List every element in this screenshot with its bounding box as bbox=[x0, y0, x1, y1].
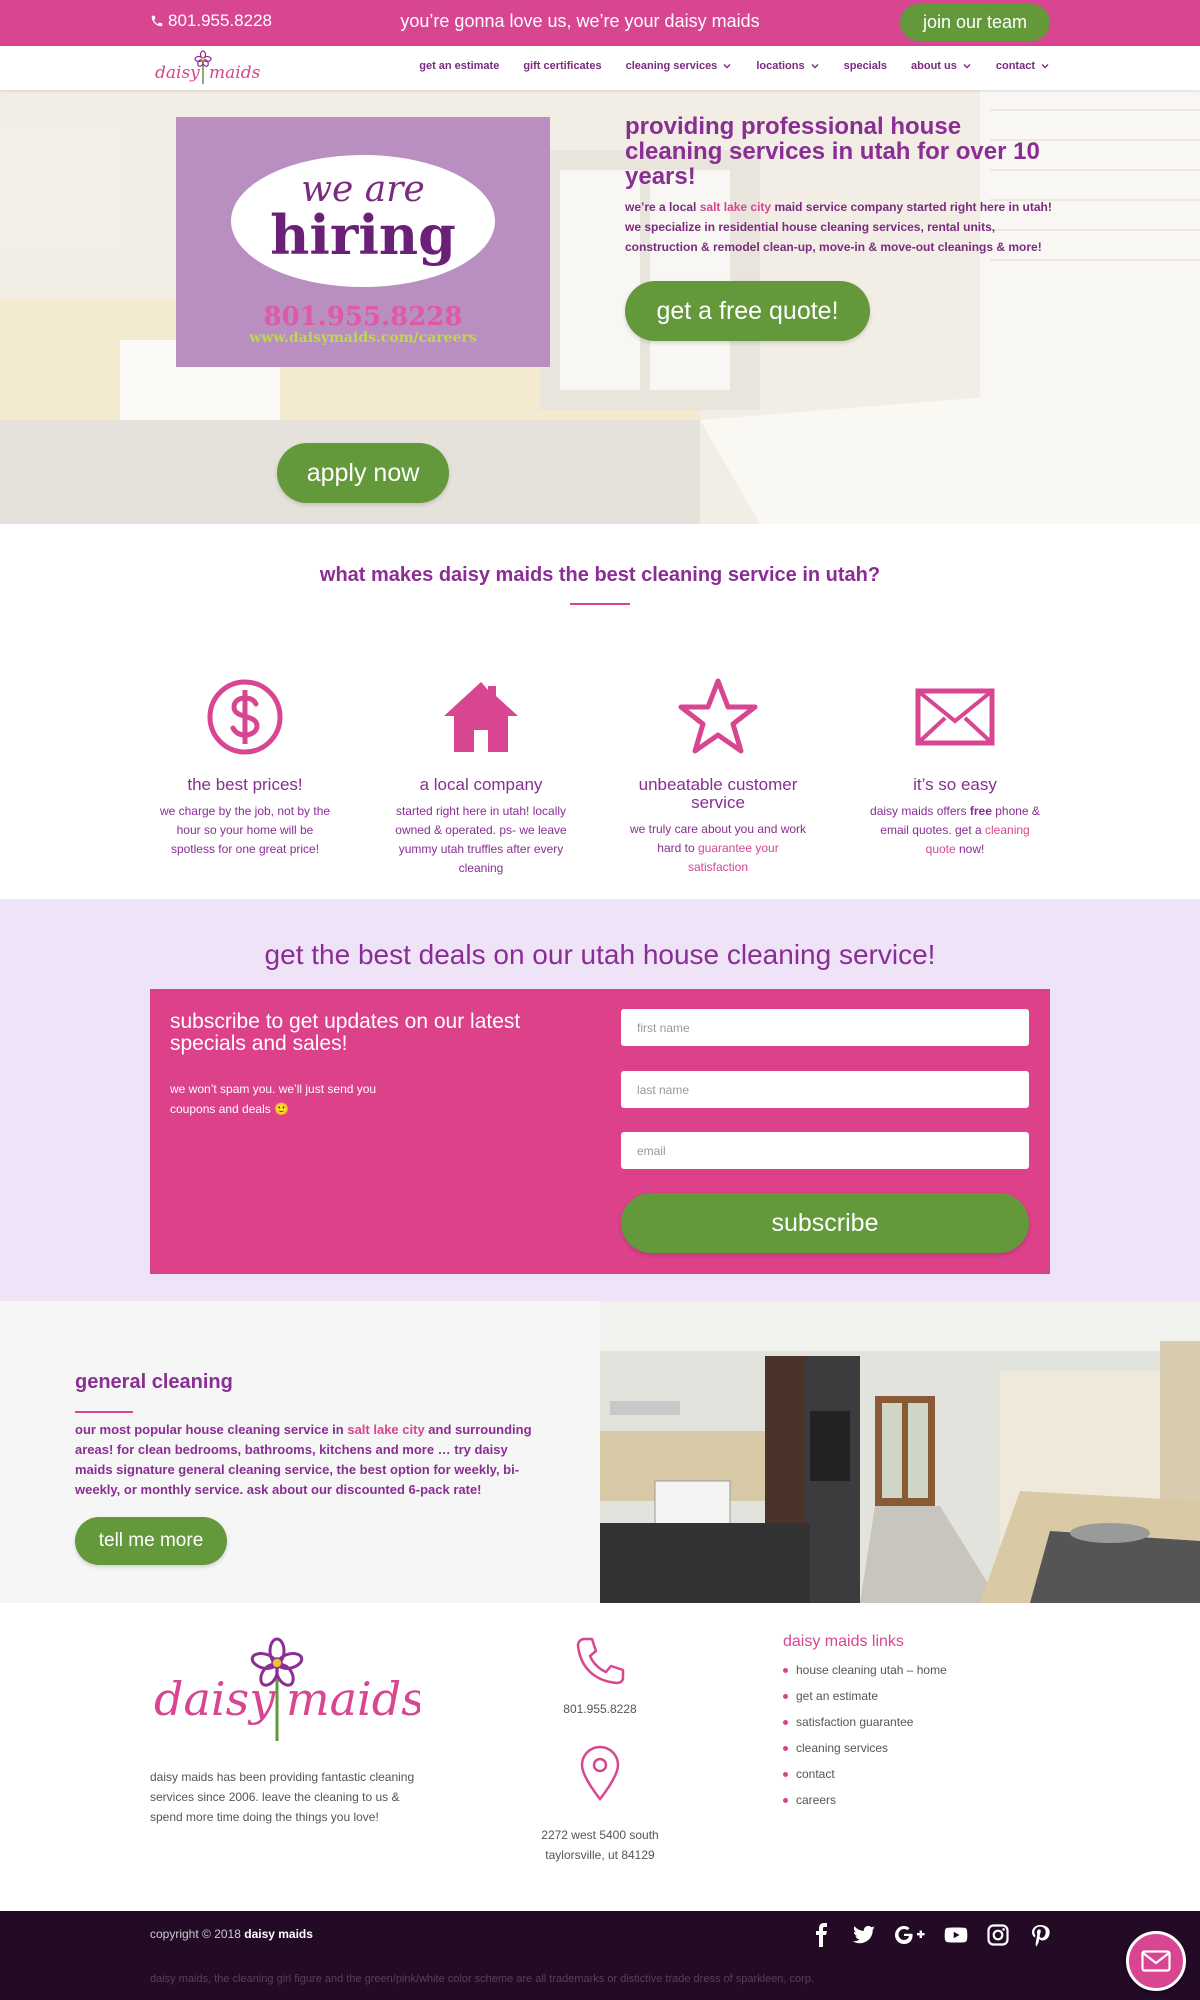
chevron-down-icon bbox=[723, 64, 731, 69]
facebook-icon[interactable] bbox=[810, 1923, 834, 1947]
google-plus-icon[interactable] bbox=[894, 1923, 926, 1947]
nav-item-about-us[interactable]: about us bbox=[911, 60, 972, 72]
feature-customer-service: unbeatable customer service we truly car… bbox=[628, 676, 808, 877]
free-quote-button[interactable]: get a free quote! bbox=[625, 281, 870, 341]
nav-item-locations[interactable]: locations bbox=[756, 60, 819, 72]
feature-desc: started right here in utah! locally owne… bbox=[395, 804, 567, 875]
footer-link[interactable]: get an estimate bbox=[783, 1683, 947, 1709]
why-divider bbox=[570, 603, 630, 605]
feature-so-easy: it’s so easy daisy maids offers free pho… bbox=[865, 676, 1045, 859]
nav-item-gift-certificates[interactable]: gift certificates bbox=[523, 60, 601, 72]
footer-links: house cleaning utah – home get an estima… bbox=[783, 1657, 947, 1813]
last-name-field[interactable] bbox=[621, 1071, 1029, 1108]
svg-text:daisy: daisy bbox=[154, 1672, 276, 1726]
deals-section: get the best deals on our utah house cle… bbox=[0, 899, 1200, 1301]
feature-title: a local company bbox=[419, 775, 543, 794]
nav-item-cleaning-services[interactable]: cleaning services bbox=[626, 60, 733, 72]
deals-heading: get the best deals on our utah house cle… bbox=[264, 939, 936, 970]
salt-lake-city-link[interactable]: salt lake city bbox=[700, 200, 771, 214]
address-line1: 2272 west 5400 south bbox=[541, 1828, 659, 1842]
general-cleaning-heading: general cleaning bbox=[75, 1371, 233, 1393]
footer-link[interactable]: careers bbox=[783, 1787, 947, 1813]
first-name-field[interactable] bbox=[621, 1009, 1029, 1046]
svg-text:maids: maids bbox=[209, 63, 261, 83]
chevron-down-icon bbox=[963, 64, 971, 69]
hero-section: we are hiring 801.955.8228 www.daisymaid… bbox=[0, 90, 1200, 524]
guarantee-link[interactable]: guarantee your satisfaction bbox=[688, 841, 779, 874]
why-heading: what makes daisy maids the best cleaning… bbox=[319, 564, 881, 586]
footer-link[interactable]: cleaning services bbox=[783, 1735, 947, 1761]
footer-link[interactable]: house cleaning utah – home bbox=[783, 1657, 947, 1683]
location-pin-icon bbox=[580, 1745, 620, 1801]
feature-best-prices: the best prices! we charge by the job, n… bbox=[155, 676, 335, 859]
youtube-icon[interactable] bbox=[944, 1923, 968, 1947]
apply-now-button[interactable]: apply now bbox=[277, 443, 449, 503]
hiring-line2: hiring bbox=[270, 203, 456, 267]
footer-links-heading: daisy maids links bbox=[783, 1633, 904, 1650]
address-line2: taylorsville, ut 84129 bbox=[545, 1848, 655, 1862]
email-field[interactable] bbox=[621, 1132, 1029, 1169]
hero-intro: we’re a local salt lake city maid servic… bbox=[625, 200, 1052, 254]
nav-menu: get an estimate gift certificates cleani… bbox=[419, 60, 1050, 72]
subscribe-desc: we won’t spam you. we’ll just send you c… bbox=[170, 1082, 377, 1116]
salt-lake-city-link[interactable]: salt lake city bbox=[347, 1422, 424, 1437]
feature-desc: we charge by the job, not by the hour so… bbox=[159, 804, 331, 856]
star-icon bbox=[678, 678, 758, 754]
feature-title: unbeatable customer service bbox=[638, 775, 798, 812]
footer-link[interactable]: satisfaction guarantee bbox=[783, 1709, 947, 1735]
general-cleaning-section: general cleaning our most popular house … bbox=[0, 1301, 1200, 1603]
join-our-team-button[interactable]: join our team bbox=[900, 4, 1050, 41]
feature-title: the best prices! bbox=[187, 775, 303, 794]
chevron-down-icon bbox=[811, 64, 819, 69]
envelope-icon bbox=[915, 688, 995, 746]
svg-text:maids: maids bbox=[286, 1672, 420, 1726]
nav-item-specials[interactable]: specials bbox=[844, 60, 887, 72]
hero-heading: providing professional house cleaning se… bbox=[625, 113, 1040, 190]
chevron-down-icon bbox=[1041, 64, 1049, 69]
general-divider bbox=[75, 1411, 133, 1413]
dollar-icon bbox=[207, 679, 283, 755]
footer: daisy maids daisy maids has been providi… bbox=[0, 1603, 1200, 1911]
pinterest-icon[interactable] bbox=[1028, 1923, 1052, 1947]
feature-desc: we truly care about you and work hard to… bbox=[629, 822, 807, 874]
hiring-url: www.daisymaids.com/careers bbox=[249, 330, 477, 346]
top-bar: 801.955.8228 you’re gonna love us, we’re… bbox=[0, 0, 1200, 46]
main-nav: daisy maids get an estimate gift certifi… bbox=[0, 46, 1200, 90]
footer-link[interactable]: contact bbox=[783, 1761, 947, 1787]
subscribe-box: subscribe to get updates on our latest s… bbox=[150, 989, 1050, 1274]
social-links bbox=[810, 1923, 1052, 1947]
footer-phone[interactable]: 801.955.8228 bbox=[500, 1699, 700, 1719]
envelope-icon bbox=[1141, 1950, 1171, 1972]
nav-item-contact[interactable]: contact bbox=[996, 60, 1050, 72]
why-section: what makes daisy maids the best cleaning… bbox=[0, 524, 1200, 899]
feature-local-company: a local company started right here in ut… bbox=[391, 676, 571, 878]
bottom-bar: copyright © 2018 daisy maids daisy maids… bbox=[0, 1911, 1200, 2000]
subscribe-title: subscribe to get updates on our latest s… bbox=[170, 1010, 521, 1055]
tell-me-more-button[interactable]: tell me more bbox=[75, 1517, 227, 1565]
site-logo[interactable]: daisy maids bbox=[153, 50, 263, 88]
svg-text:daisy: daisy bbox=[155, 63, 200, 83]
general-cleaning-desc: our most popular house cleaning service … bbox=[75, 1422, 532, 1497]
hiring-phone: 801.955.8228 bbox=[263, 302, 463, 332]
footer-logo[interactable]: daisy maids bbox=[150, 1633, 420, 1753]
copyright: copyright © 2018 daisy maids bbox=[150, 1927, 313, 1941]
we-are-hiring-banner[interactable]: we are hiring 801.955.8228 www.daisymaid… bbox=[176, 117, 550, 367]
house-icon bbox=[444, 682, 518, 752]
contact-mail-button[interactable] bbox=[1126, 1931, 1186, 1991]
subscribe-button[interactable]: subscribe bbox=[621, 1193, 1029, 1253]
footer-about: daisy maids has been providing fantastic… bbox=[150, 1770, 415, 1824]
nav-item-get-an-estimate[interactable]: get an estimate bbox=[419, 60, 499, 72]
feature-title: it’s so easy bbox=[913, 775, 997, 794]
trademark-notice: daisy maids, the cleaning girl figure an… bbox=[150, 1973, 814, 1985]
kitchen-photo bbox=[600, 1301, 1200, 1603]
instagram-icon[interactable] bbox=[986, 1923, 1010, 1947]
twitter-icon[interactable] bbox=[852, 1923, 876, 1947]
footer-address: 2272 west 5400 south taylorsville, ut 84… bbox=[500, 1825, 700, 1865]
feature-desc: daisy maids offers free phone & email qu… bbox=[870, 804, 1040, 856]
phone-icon bbox=[576, 1637, 625, 1685]
